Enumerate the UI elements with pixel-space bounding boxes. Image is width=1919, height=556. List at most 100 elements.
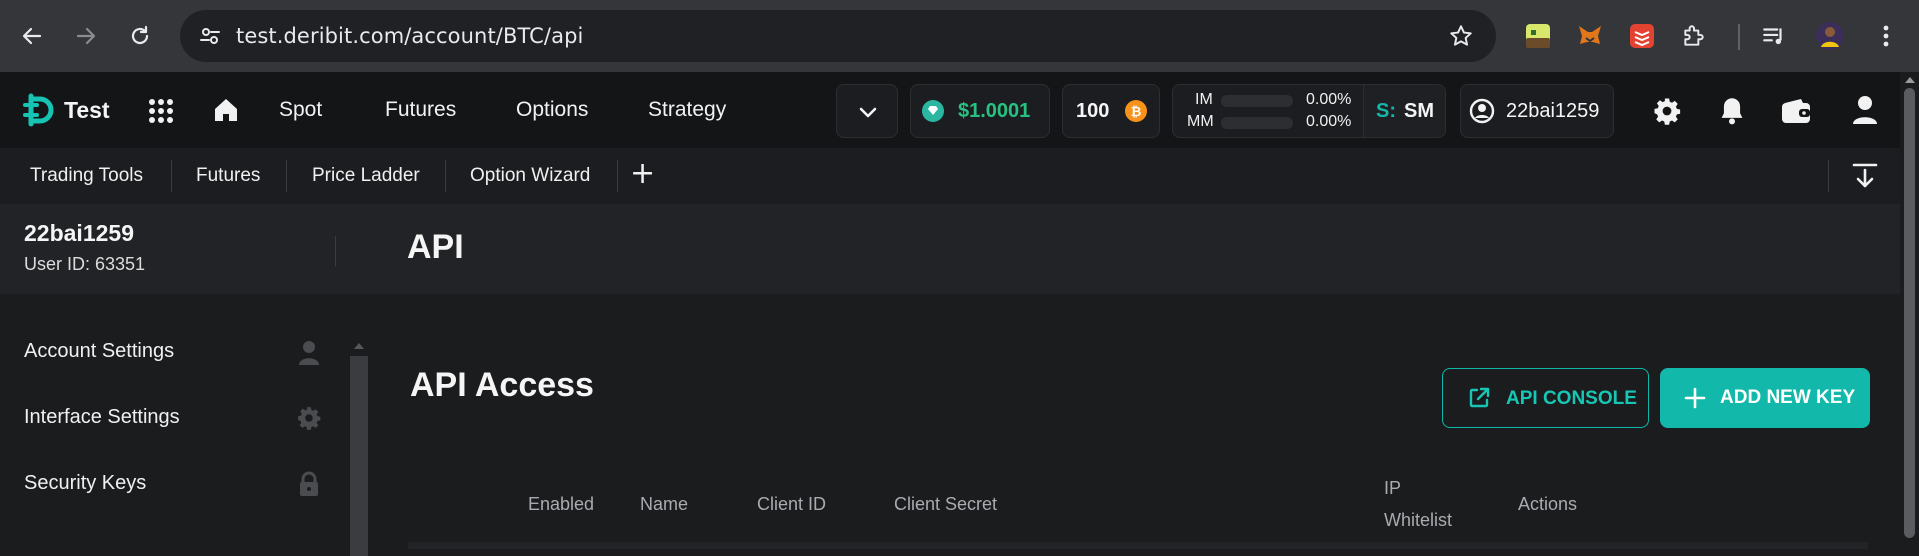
site-settings-icon[interactable] (198, 24, 222, 53)
tool-trading-tools[interactable]: Trading Tools (30, 165, 143, 187)
toolbar-divider (286, 160, 287, 192)
profile-avatar-icon[interactable] (1814, 20, 1846, 52)
margin-pill[interactable]: IM MM 0.00% 0.00% S: SM (1172, 84, 1446, 138)
reload-icon (131, 25, 149, 45)
logo-text: Test (64, 96, 110, 123)
todoist-icon[interactable] (1626, 20, 1658, 52)
mode-prefix: S: (1376, 100, 1396, 122)
api-console-label: API CONSOLE (1506, 388, 1637, 409)
balance-pill[interactable]: $1.0001 (910, 84, 1050, 138)
page-scrollbar-thumb[interactable] (1904, 88, 1915, 538)
api-section: API Access API CONSOLE ADD NEW KEY Enabl… (408, 294, 1870, 549)
page-header: 22bai1259 User ID: 63351 API (0, 204, 1900, 294)
sidebar-item-label: Interface Settings (24, 406, 180, 428)
sidebar-scroll-up-arrow[interactable] (352, 338, 366, 349)
column-header-client-id: Client ID (757, 494, 827, 514)
toolbar-divider (171, 160, 172, 192)
media-queue-icon[interactable] (1758, 20, 1790, 52)
api-keys-table-header: Enabled Name Client ID Client Secret IP … (408, 464, 1868, 536)
tool-price-ladder[interactable]: Price Ladder (312, 165, 420, 187)
user-name: 22bai1259 (24, 220, 134, 246)
account-username: 22bai1259 (1506, 100, 1600, 122)
im-label: IM (1195, 91, 1213, 108)
arrow-right-icon (76, 27, 96, 45)
tool-option-wizard[interactable]: Option Wizard (470, 165, 590, 187)
nav-strategy[interactable]: Strategy (648, 98, 726, 122)
workspace-toolbar: Trading Tools Futures Price Ladder Optio… (0, 148, 1900, 204)
account-pill[interactable]: 22bai1259 (1460, 84, 1614, 138)
arrow-left-icon (22, 27, 42, 45)
sidebar: Account Settings Interface Settings Secu… (0, 294, 370, 556)
page-scrollbar[interactable] (1900, 72, 1919, 549)
metamask-fox-icon[interactable] (1574, 20, 1606, 52)
add-tool-button[interactable]: + (630, 156, 655, 191)
extensions-puzzle-icon[interactable] (1678, 20, 1710, 52)
nav-options[interactable]: Options (516, 98, 588, 122)
header-divider (335, 236, 336, 266)
tool-futures[interactable]: Futures (196, 165, 260, 187)
sidebar-item-label: Account Settings (24, 340, 175, 362)
bitcoin-icon: ₿ (1125, 100, 1147, 122)
app-header: Test Spot Futures Options Strategy $1.00… (0, 72, 1900, 148)
nav-spot[interactable]: Spot (279, 98, 322, 122)
api-console-button[interactable]: API CONSOLE (1442, 368, 1649, 428)
balance-value: $1.0001 (958, 100, 1031, 122)
sidebar-scrollbar-thumb[interactable] (350, 356, 368, 556)
logo[interactable]: Test (22, 92, 110, 128)
mode-value: SM (1404, 100, 1434, 122)
user-circle-icon (1469, 98, 1495, 124)
lock-icon (300, 471, 318, 496)
column-header-client-secret: Client Secret (894, 494, 998, 514)
profile-icon[interactable] (1851, 94, 1879, 131)
wallet-icon[interactable] (1781, 98, 1811, 129)
user-id: User ID: 63351 (24, 254, 146, 274)
column-header-actions: Actions (1518, 494, 1578, 514)
user-icon (299, 341, 319, 365)
btc-pill[interactable]: 100 ₿ (1062, 84, 1160, 138)
deribit-logo-icon (23, 93, 54, 127)
im-bar (1221, 95, 1293, 107)
add-new-key-button[interactable]: ADD NEW KEY (1660, 368, 1870, 428)
svg-text:₿: ₿ (1131, 105, 1142, 120)
reload-button[interactable] (122, 18, 158, 54)
browser-menu-icon[interactable] (1870, 20, 1902, 52)
settings-gear-icon[interactable] (1652, 96, 1682, 131)
bookmark-star-icon[interactable] (1448, 23, 1474, 54)
external-link-icon (1469, 387, 1490, 408)
section-heading: API Access (410, 366, 594, 404)
back-button[interactable] (14, 18, 50, 54)
column-header-ip-whitelist-line2: Whitelist (1384, 510, 1453, 530)
mm-bar (1221, 117, 1293, 129)
forward-button[interactable] (68, 18, 104, 54)
chevron-down-icon (859, 107, 877, 118)
bell-icon[interactable] (1718, 96, 1746, 131)
plus-icon (1684, 387, 1706, 409)
mm-value: 0.00% (1306, 113, 1352, 130)
btc-amount: 100 (1076, 100, 1110, 122)
toolbar-divider (617, 160, 618, 192)
table-header-underline (408, 542, 1868, 549)
add-new-key-label: ADD NEW KEY (1720, 387, 1856, 408)
home-icon[interactable] (212, 96, 240, 129)
apps-grid-icon[interactable] (148, 98, 174, 129)
column-header-ip-whitelist-line1: IP (1384, 478, 1402, 498)
nav-futures[interactable]: Futures (385, 98, 456, 122)
chrome-divider (1738, 24, 1740, 50)
currency-dropdown[interactable] (836, 84, 898, 138)
browser-chrome: test.deribit.com/account/BTC/api (0, 0, 1919, 72)
scroll-up-arrow-icon[interactable] (1904, 76, 1916, 84)
sidebar-item-account-settings[interactable]: Account Settings (0, 332, 330, 372)
sidebar-item-interface-settings[interactable]: Interface Settings (0, 398, 330, 438)
toolbar-divider (1828, 160, 1829, 192)
sidebar-item-label: Security Keys (24, 472, 147, 494)
collapse-download-icon[interactable] (1852, 162, 1878, 195)
page-title: API (407, 228, 464, 266)
url-text: test.deribit.com/account/BTC/api (236, 24, 584, 48)
toolbar-divider (445, 160, 446, 192)
im-value: 0.00% (1306, 91, 1352, 108)
mode-box[interactable]: S: SM (1363, 85, 1445, 137)
extension-1-icon[interactable] (1522, 20, 1554, 52)
address-bar[interactable]: test.deribit.com/account/BTC/api (180, 10, 1496, 62)
sidebar-item-security-keys[interactable]: Security Keys (0, 464, 330, 504)
column-header-enabled: Enabled (528, 494, 595, 514)
